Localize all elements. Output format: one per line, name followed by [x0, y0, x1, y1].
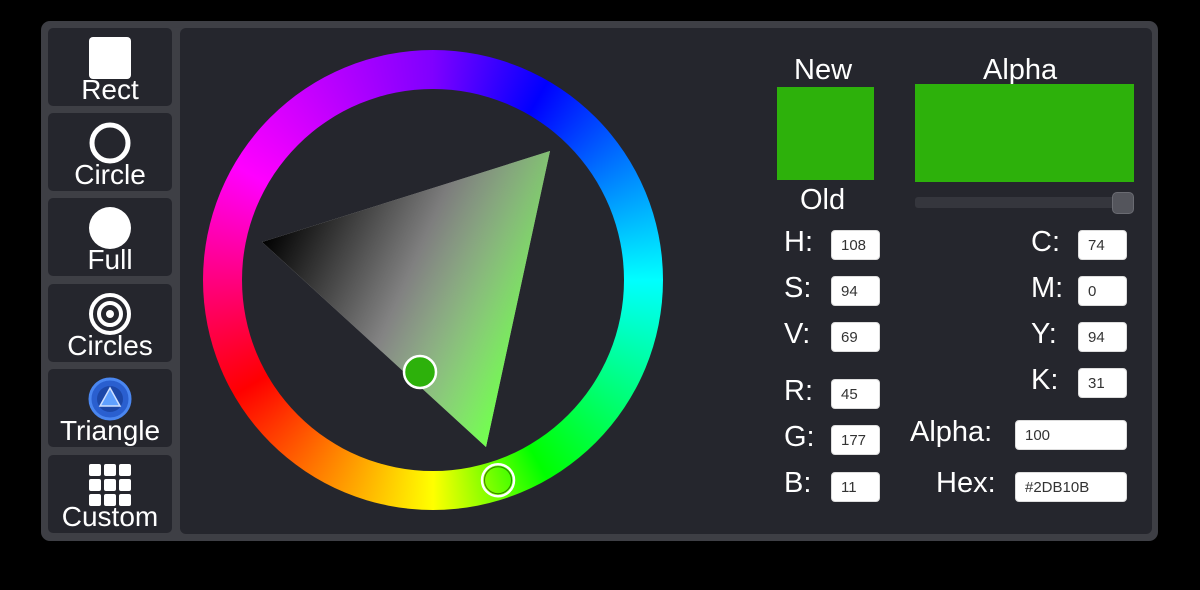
green-field[interactable]: 177: [831, 425, 880, 455]
alpha-field[interactable]: 100: [1015, 420, 1127, 450]
red-label: R:: [784, 375, 813, 407]
red-field[interactable]: 45: [831, 379, 880, 409]
hue-label: H:: [784, 226, 813, 258]
sidebar-item-label: Full: [87, 244, 133, 275]
hue-field[interactable]: 108: [831, 230, 880, 260]
blue-field[interactable]: 11: [831, 472, 880, 502]
alpha-slider-handle[interactable]: [1112, 192, 1134, 214]
alpha-label: Alpha:: [910, 416, 993, 448]
yellow-field[interactable]: 94: [1078, 322, 1127, 352]
alpha-preview-swatch: [915, 84, 1134, 182]
saturation-label: S:: [784, 272, 812, 304]
green-label: G:: [784, 421, 815, 453]
old-color-label: Old: [800, 184, 846, 216]
new-color-label: New: [794, 54, 853, 86]
sidebar-item-label: Circles: [67, 330, 153, 361]
sidebar-item-label: Custom: [61, 501, 159, 532]
sidebar-item-custom[interactable]: Custom: [48, 455, 172, 533]
sidebar-item-label: Rect: [81, 74, 139, 105]
sv-selector-handle[interactable]: [402, 354, 438, 390]
sidebar-item-circles[interactable]: Circles: [48, 284, 172, 362]
sidebar-item-circle[interactable]: Circle: [48, 113, 172, 191]
magenta-field[interactable]: 0: [1078, 276, 1127, 306]
new-color-swatch: [777, 87, 874, 180]
magenta-label: M:: [1031, 272, 1064, 304]
black-key-field[interactable]: 31: [1078, 368, 1127, 398]
sidebar-item-label: Triangle: [59, 415, 161, 446]
saturation-field[interactable]: 94: [831, 276, 880, 306]
sidebar-item-triangle[interactable]: Triangle: [48, 369, 172, 447]
alpha-preview-label: Alpha: [983, 54, 1058, 86]
sidebar-item-rect[interactable]: Rect: [48, 28, 172, 106]
black-key-label: K:: [1031, 364, 1059, 396]
cyan-field[interactable]: 74: [1078, 230, 1127, 260]
sidebar-item-full[interactable]: Full: [48, 198, 172, 276]
value-field[interactable]: 69: [831, 322, 880, 352]
yellow-label: Y:: [1031, 318, 1057, 350]
blue-label: B:: [784, 467, 812, 499]
hex-field[interactable]: #2DB10B: [1015, 472, 1127, 502]
alpha-slider-track[interactable]: [915, 197, 1134, 208]
sidebar-item-label: Circle: [74, 159, 146, 190]
value-label: V:: [784, 318, 811, 350]
cyan-label: C:: [1031, 226, 1060, 258]
hex-label: Hex:: [936, 467, 996, 499]
hue-wheel[interactable]: [200, 47, 666, 513]
